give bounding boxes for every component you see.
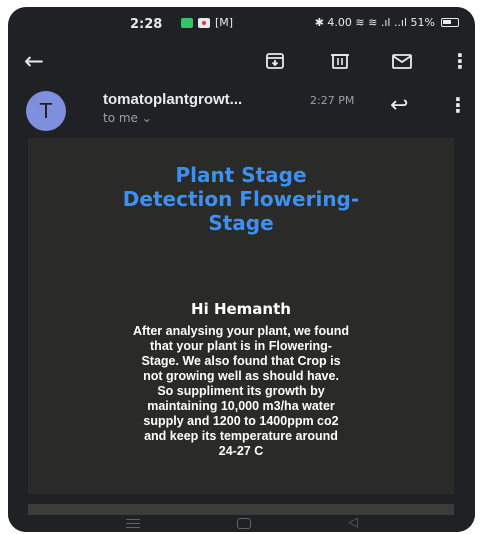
- back-arrow-icon[interactable]: ←: [20, 47, 48, 75]
- message-line: 24-27 C: [218, 444, 264, 458]
- message-line: not growing well as should have.: [143, 369, 339, 383]
- headline-line: Detection Flowering-: [122, 187, 360, 211]
- android-nav-bar: ◁: [8, 515, 475, 532]
- next-section-divider: [28, 504, 454, 515]
- message-line: and keep its temperature around: [144, 429, 338, 443]
- status-notification-icons: [M]: [181, 16, 233, 29]
- message-line: So suppliment its growth by: [157, 384, 325, 398]
- sender-name[interactable]: tomatoplantgrowt...: [103, 91, 242, 108]
- message-line: maintaining 10,000 m3/ha water: [147, 399, 335, 413]
- message-line: supply and 1200 to 1400ppm co2: [143, 414, 339, 428]
- phone-screen: 2:28 [M] ✱ 4.00 ≋ ≋ .ıl ..ıl 51% ← ⋮ T t…: [8, 7, 475, 532]
- archive-icon[interactable]: [261, 47, 289, 75]
- gmail-notification-icon: [M]: [215, 16, 234, 29]
- message-more-icon[interactable]: ⋮: [448, 93, 468, 117]
- recent-apps-icon[interactable]: [126, 519, 140, 528]
- status-signal-text: ✱ 4.00 ≋ ≋ .ıl ..ıl 51%: [314, 16, 435, 29]
- home-icon[interactable]: [237, 518, 251, 529]
- email-greeting: Hi Hemanth: [191, 300, 291, 318]
- more-options-icon[interactable]: ⋮: [446, 47, 474, 75]
- sender-time: 2:27 PM: [310, 94, 355, 107]
- sender-row: T tomatoplantgrowt... 2:27 PM to me ⌄ ↩ …: [8, 81, 475, 135]
- email-headline: Plant Stage Detection Flowering- Stage: [28, 163, 454, 235]
- reply-icon[interactable]: ↩: [390, 93, 414, 118]
- email-toolbar: ← ⋮: [8, 41, 475, 81]
- status-time: 2:28: [130, 17, 163, 32]
- status-right-icons: ✱ 4.00 ≋ ≋ .ıl ..ıl 51%: [315, 16, 459, 29]
- email-message: After analysing your plant, we found tha…: [68, 324, 414, 459]
- email-body: Plant Stage Detection Flowering- Stage H…: [28, 138, 454, 494]
- avatar[interactable]: T: [26, 91, 66, 131]
- delete-icon[interactable]: [326, 47, 354, 75]
- whatsapp-icon: [181, 17, 193, 28]
- message-line: After analysing your plant, we found: [133, 324, 349, 338]
- headline-line: Plant Stage: [175, 163, 307, 187]
- message-line: that your plant is in Flowering-: [150, 339, 332, 353]
- status-bar: 2:28 [M] ✱ 4.00 ≋ ≋ .ıl ..ıl 51%: [8, 7, 475, 41]
- message-line: Stage. We also found that Crop is: [141, 354, 341, 368]
- recipient-details-toggle[interactable]: to me ⌄: [103, 111, 152, 125]
- battery-icon: [441, 18, 459, 27]
- notification-chip-icon: [198, 17, 210, 28]
- nav-back-icon[interactable]: ◁: [348, 515, 358, 530]
- headline-line: Stage: [208, 211, 274, 235]
- mail-icon[interactable]: [388, 47, 416, 75]
